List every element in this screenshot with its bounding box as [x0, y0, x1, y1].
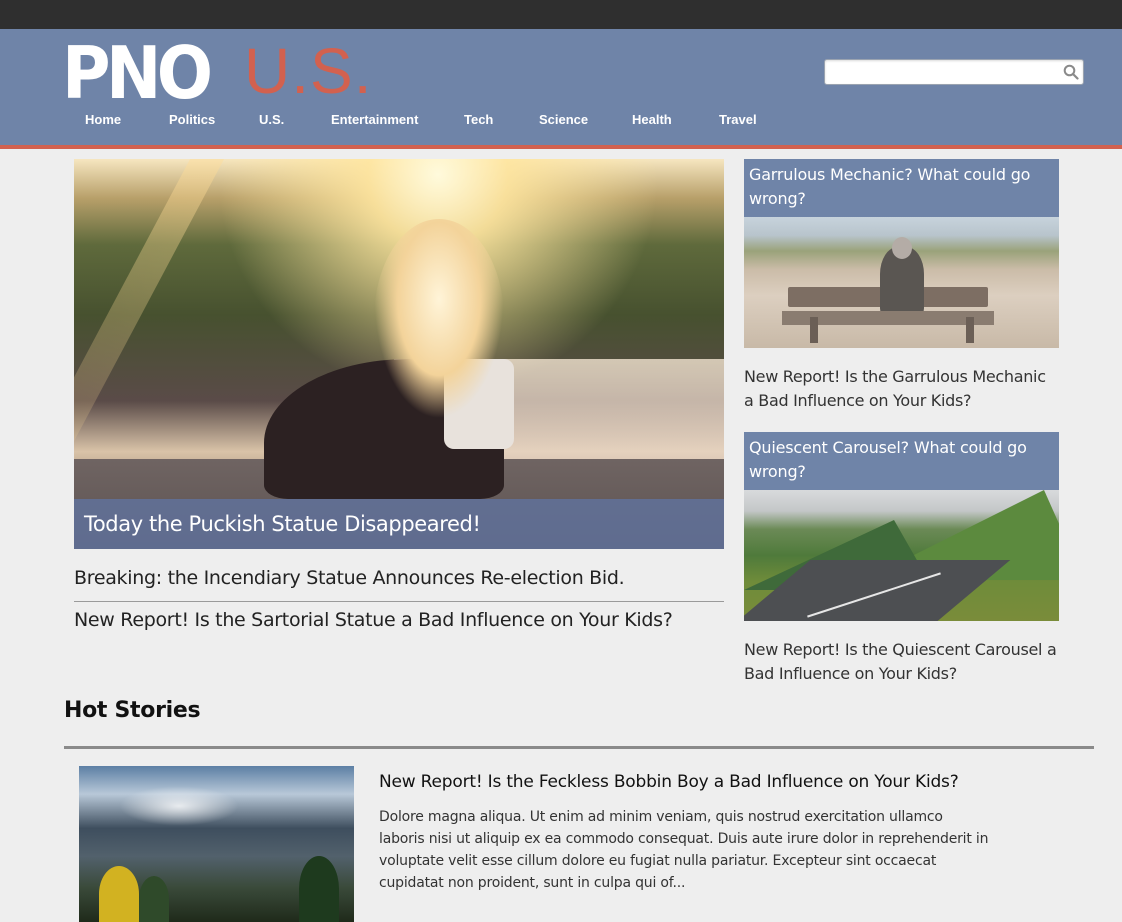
section-divider	[64, 746, 1094, 749]
story-title[interactable]: New Report! Is the Feckless Bobbin Boy a…	[379, 770, 1019, 794]
headline-link[interactable]: Breaking: the Incendiary Statue Announce…	[74, 566, 724, 590]
person-head	[892, 237, 912, 259]
site-header: PNO U.S. Home Politics U.S. Entertainmen…	[0, 29, 1122, 149]
tree	[139, 876, 169, 922]
story-thumbnail[interactable]	[79, 766, 354, 922]
nav-item-us[interactable]: U.S.	[259, 111, 284, 129]
tree	[99, 866, 139, 922]
top-bar	[0, 0, 1122, 29]
nav-item-home[interactable]: Home	[85, 111, 121, 129]
bench-leg	[810, 317, 818, 343]
sidebar-card-image[interactable]	[744, 490, 1059, 621]
search-box	[824, 59, 1084, 85]
search-icon[interactable]	[1063, 64, 1079, 80]
sidebar-card: Garrulous Mechanic? What could go wrong?…	[744, 159, 1059, 413]
hero-image[interactable]: Today the Puckish Statue Disappeared!	[74, 159, 724, 549]
headline-link[interactable]: New Report! Is the Sartorial Statue a Ba…	[74, 608, 724, 632]
headline-divider	[74, 601, 724, 602]
nav-item-health[interactable]: Health	[632, 111, 672, 129]
sidebar-card-heading[interactable]: Garrulous Mechanic? What could go wrong?	[744, 159, 1059, 217]
nav-item-entertainment[interactable]: Entertainment	[331, 111, 418, 129]
tree	[299, 856, 339, 922]
nav-item-tech[interactable]: Tech	[464, 111, 493, 129]
site-logo[interactable]: PNO	[62, 37, 213, 109]
nav-item-politics[interactable]: Politics	[169, 111, 215, 129]
nav-item-science[interactable]: Science	[539, 111, 588, 129]
mountain-snow	[119, 786, 239, 826]
nav-item-travel[interactable]: Travel	[719, 111, 757, 129]
hero-image-figure-hair	[374, 219, 504, 419]
sidebar-card: Quiescent Carousel? What could go wrong?…	[744, 432, 1059, 686]
story-excerpt: Dolore magna aliqua. Ut enim ad minim ve…	[379, 809, 989, 891]
sidebar-card-image[interactable]	[744, 217, 1059, 348]
sidebar-card-link[interactable]: New Report! Is the Quiescent Carousel a …	[744, 621, 1059, 686]
sidebar-card-link[interactable]: New Report! Is the Garrulous Mechanic a …	[744, 348, 1059, 413]
hero-caption-band: Today the Puckish Statue Disappeared!	[74, 499, 724, 549]
bench-leg	[966, 317, 974, 343]
search-input[interactable]	[829, 62, 1055, 82]
section-logo[interactable]: U.S.	[244, 39, 372, 103]
section-title-hot-stories: Hot Stories	[64, 698, 201, 723]
hero-caption[interactable]: Today the Puckish Statue Disappeared!	[84, 511, 481, 537]
sidebar-card-heading[interactable]: Quiescent Carousel? What could go wrong?	[744, 432, 1059, 490]
